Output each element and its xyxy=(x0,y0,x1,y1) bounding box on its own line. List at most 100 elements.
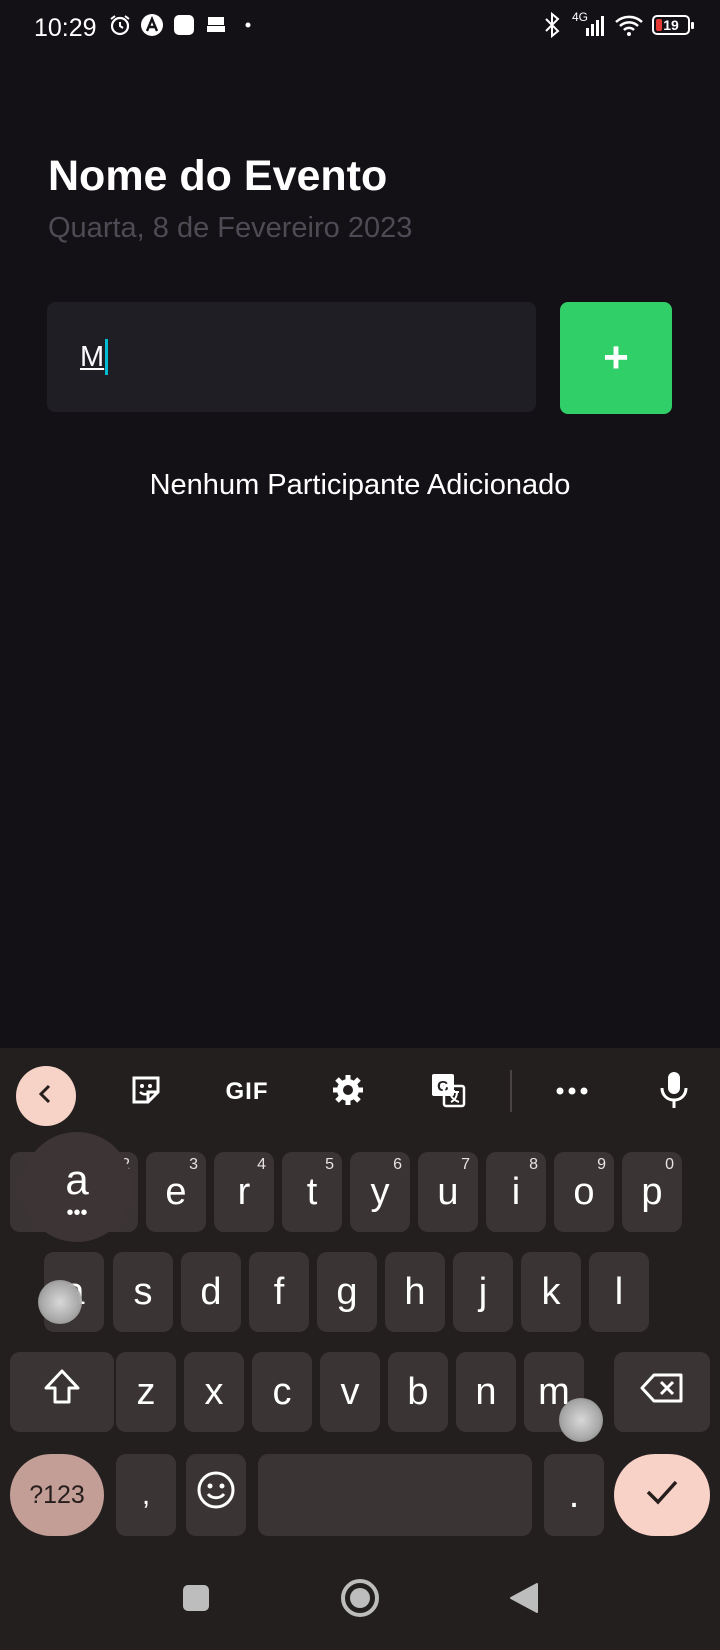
keyboard-settings-button[interactable] xyxy=(326,1070,370,1114)
enter-key[interactable] xyxy=(614,1454,710,1536)
emoji-key[interactable] xyxy=(186,1454,246,1536)
translate-button[interactable]: G xyxy=(426,1070,470,1114)
key-s[interactable]: s xyxy=(113,1252,173,1332)
key-v[interactable]: v xyxy=(320,1352,380,1432)
key-h[interactable]: h xyxy=(385,1252,445,1332)
key-k[interactable]: k xyxy=(521,1252,581,1332)
recents-icon xyxy=(182,1584,210,1617)
back-button[interactable] xyxy=(508,1582,540,1619)
key-z[interactable]: z xyxy=(116,1352,176,1432)
sticker-button[interactable] xyxy=(124,1070,168,1114)
bluetooth-icon xyxy=(540,12,564,38)
key-label: i xyxy=(511,1170,521,1213)
emoji-icon xyxy=(196,1470,236,1520)
key-n[interactable]: n xyxy=(456,1352,516,1432)
back-icon xyxy=(509,1582,539,1619)
key-i[interactable]: i8 xyxy=(486,1152,546,1232)
participant-name-value[interactable]: M xyxy=(80,341,104,374)
wifi-icon xyxy=(614,13,644,37)
space-bar[interactable] xyxy=(258,1454,532,1536)
period-key[interactable]: . xyxy=(544,1454,604,1536)
recents-button[interactable] xyxy=(180,1584,212,1616)
key-label: e xyxy=(165,1170,187,1213)
sticker-icon xyxy=(129,1073,163,1112)
back-chevron-icon xyxy=(34,1082,58,1111)
key-label: p xyxy=(641,1170,663,1213)
key-label: o xyxy=(573,1170,595,1213)
shift-icon xyxy=(42,1368,82,1416)
home-icon xyxy=(340,1578,380,1623)
symbols-key[interactable]: ?123 xyxy=(10,1454,104,1536)
shift-key[interactable] xyxy=(10,1352,114,1432)
key-label: r xyxy=(237,1170,251,1213)
key-c[interactable]: c xyxy=(252,1352,312,1432)
key-number-hint: 4 xyxy=(257,1156,266,1173)
key-p[interactable]: p0 xyxy=(622,1152,682,1232)
key-e[interactable]: e3 xyxy=(146,1152,206,1232)
comma-key[interactable]: , xyxy=(116,1454,176,1536)
toolbar-back-button[interactable] xyxy=(16,1066,76,1126)
pressed-key-popup: a ••• xyxy=(22,1132,132,1242)
more-icon xyxy=(555,1083,589,1101)
more-options-button[interactable] xyxy=(550,1070,594,1114)
alarm-icon xyxy=(108,13,132,37)
a-circle-icon xyxy=(140,13,164,37)
key-g[interactable]: g xyxy=(317,1252,377,1332)
box-app-icon xyxy=(204,13,228,37)
key-u[interactable]: u7 xyxy=(418,1152,478,1232)
pressed-key-letter: a xyxy=(65,1156,89,1203)
status-icons-right: 4G 19 xyxy=(540,10,694,38)
status-bar: 10:29 4G 19 xyxy=(0,0,720,56)
key-number-hint: 8 xyxy=(529,1156,538,1173)
navigation-bar xyxy=(0,1572,720,1650)
battery-level: 19 xyxy=(663,17,679,33)
key-number-hint: 7 xyxy=(461,1156,470,1173)
key-o[interactable]: o9 xyxy=(554,1152,614,1232)
key-l[interactable]: l xyxy=(589,1252,649,1332)
key-number-hint: 5 xyxy=(325,1156,334,1173)
key-label: u xyxy=(437,1170,459,1213)
page-title: Nome do Evento xyxy=(48,152,388,200)
key-label: t xyxy=(306,1170,318,1213)
empty-list-message: Nenhum Participante Adicionado xyxy=(149,469,571,501)
key-number-hint: 9 xyxy=(597,1156,606,1173)
gif-icon: GIF xyxy=(225,1078,269,1105)
key-number-hint: 3 xyxy=(189,1156,198,1173)
key-number-hint: 6 xyxy=(393,1156,402,1173)
key-b[interactable]: b xyxy=(388,1352,448,1432)
toolbar-divider xyxy=(510,1070,512,1112)
key-x[interactable]: x xyxy=(184,1352,244,1432)
status-time: 10:29 xyxy=(34,14,97,42)
key-label: y xyxy=(370,1170,390,1213)
key-r[interactable]: r4 xyxy=(214,1152,274,1232)
key-t[interactable]: t5 xyxy=(282,1152,342,1232)
text-caret xyxy=(105,339,109,375)
participant-name-input[interactable]: M xyxy=(47,302,536,412)
touch-indicator xyxy=(38,1280,82,1324)
key-d[interactable]: d xyxy=(181,1252,241,1332)
key-number-hint: 0 xyxy=(665,1156,674,1173)
translate-icon: G xyxy=(430,1072,466,1113)
key-f[interactable]: f xyxy=(249,1252,309,1332)
soft-keyboard: GIF G xyxy=(0,1048,720,1650)
event-date: Quarta, 8 de Fevereiro 2023 xyxy=(48,212,413,244)
square-app-icon xyxy=(172,13,196,37)
add-participant-button[interactable]: + xyxy=(560,302,672,414)
long-press-dots: ••• xyxy=(66,1202,88,1224)
backspace-key[interactable] xyxy=(614,1352,710,1432)
gif-button[interactable]: GIF xyxy=(220,1070,274,1114)
checkmark-icon xyxy=(644,1474,680,1517)
plus-icon: + xyxy=(603,333,629,382)
microphone-icon xyxy=(659,1070,689,1115)
home-button[interactable] xyxy=(340,1578,380,1623)
voice-input-button[interactable] xyxy=(652,1070,696,1114)
battery-icon: 19 xyxy=(652,15,694,35)
gear-icon xyxy=(331,1073,365,1112)
touch-indicator xyxy=(559,1398,603,1442)
key-j[interactable]: j xyxy=(453,1252,513,1332)
status-icons-left xyxy=(108,13,260,37)
signal-icon: 4G xyxy=(572,10,606,38)
dot-icon xyxy=(236,13,260,37)
keyboard-toolbar: GIF G xyxy=(0,1048,720,1132)
key-y[interactable]: y6 xyxy=(350,1152,410,1232)
